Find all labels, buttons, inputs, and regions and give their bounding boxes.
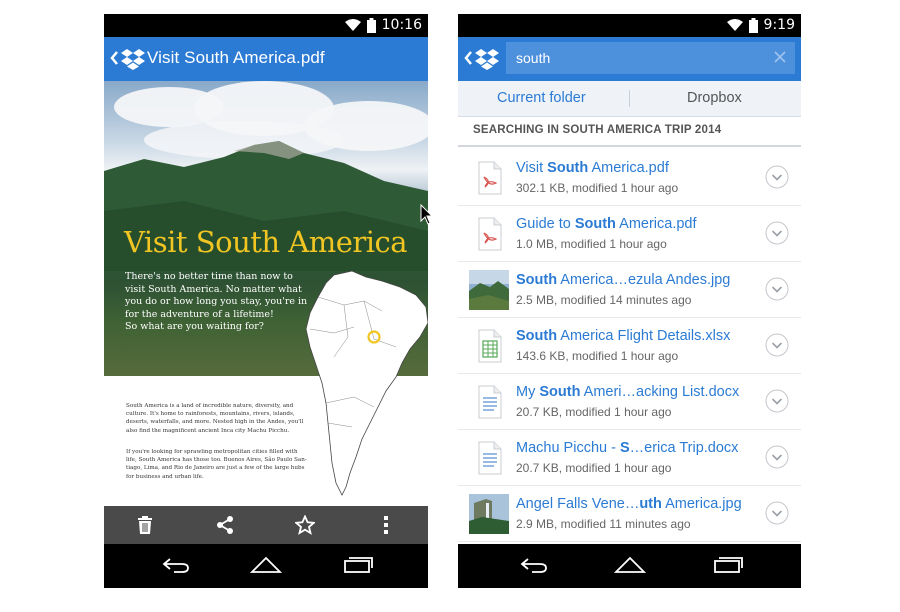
result-meta: 1.0 MB, modified 1 hour ago [516, 237, 667, 251]
scope-dropbox[interactable]: Dropbox [687, 90, 742, 106]
search-result-row[interactable]: Machu Picchu - S…erica Trip.docx 20.7 KB,… [458, 429, 801, 486]
search-result-row[interactable]: South America Flight Details.xlsx 143.6 K… [458, 317, 801, 374]
status-bar: 9:19 [458, 14, 801, 37]
photo-falls-thumb-icon [468, 493, 510, 535]
delete-icon[interactable] [135, 515, 155, 535]
star-icon[interactable] [295, 515, 315, 535]
back-icon[interactable] [160, 556, 192, 574]
result-filename[interactable]: Visit South America.pdf [516, 160, 669, 176]
search-result-row[interactable]: South America…ezula Andes.jpg 2.5 MB, mod… [458, 261, 801, 318]
wifi-icon [344, 19, 361, 31]
pdf-viewer-screen: 10:16 Visit South America.pdf Visit Sout… [104, 14, 428, 588]
battery-icon [366, 17, 376, 33]
status-bar: 10:16 [104, 14, 428, 37]
expand-chevron-icon[interactable] [765, 277, 789, 301]
app-bar: Visit South America.pdf [104, 37, 428, 81]
document-paragraph: South America is a land of incredible na… [126, 403, 304, 434]
back-chevron-icon[interactable] [108, 49, 120, 67]
result-filename[interactable]: Machu Picchu - S…erica Trip.docx [516, 440, 738, 456]
pdf-icon [468, 157, 510, 199]
document-icon [468, 381, 510, 423]
search-result-row[interactable]: Angel Falls Vene…uth America.jpg 2.9 MB, … [458, 485, 801, 542]
result-filename[interactable]: South America Flight Details.xlsx [516, 328, 730, 344]
document-icon [468, 437, 510, 479]
dropbox-logo-icon[interactable] [121, 48, 145, 70]
system-nav-bar [104, 544, 428, 588]
result-filename[interactable]: Angel Falls Vene…uth America.jpg [516, 496, 742, 512]
pdf-icon [468, 213, 510, 255]
more-icon[interactable] [376, 515, 396, 535]
search-result-row[interactable]: My South Ameri…acking List.docx 20.7 KB, … [458, 373, 801, 430]
spreadsheet-icon [468, 325, 510, 367]
status-time: 9:19 [763, 17, 795, 33]
document-paragraph: If you're looking for sprawling metropol… [126, 449, 307, 480]
photo-andes-thumb-icon [468, 269, 510, 311]
system-nav-bar [458, 544, 801, 588]
search-app-bar: south [458, 37, 801, 81]
home-icon[interactable] [614, 556, 646, 574]
status-time: 10:16 [381, 17, 422, 33]
result-meta: 2.5 MB, modified 14 minutes ago [516, 293, 692, 307]
search-screen: 9:19 south Current folder Dropbox SEARCH… [458, 14, 801, 588]
result-meta: 20.7 KB, modified 1 hour ago [516, 461, 672, 475]
back-icon[interactable] [518, 556, 550, 574]
result-filename[interactable]: Guide to South America.pdf [516, 216, 697, 232]
search-result-row[interactable]: Guide to South America.pdf 1.0 MB, modifi… [458, 205, 801, 262]
document-title: Visit South America.pdf [147, 48, 325, 67]
wifi-icon [726, 19, 743, 31]
recent-apps-icon[interactable] [342, 556, 374, 574]
search-result-row[interactable]: Visit South America.pdf 302.1 KB, modifie… [458, 149, 801, 206]
search-location-header: SEARCHING IN SOUTH AMERICA TRIP 2014 [473, 124, 722, 136]
document-heading: Visit South America [124, 225, 408, 259]
mouse-cursor-icon [420, 204, 434, 225]
scope-divider [629, 90, 630, 107]
expand-chevron-icon[interactable] [765, 445, 789, 469]
expand-chevron-icon[interactable] [765, 333, 789, 357]
search-scope-tabs: Current folder Dropbox [458, 81, 801, 117]
result-filename[interactable]: South America…ezula Andes.jpg [516, 272, 730, 288]
result-meta: 2.9 MB, modified 11 minutes ago [516, 517, 691, 531]
expand-chevron-icon[interactable] [765, 221, 789, 245]
result-meta: 302.1 KB, modified 1 hour ago [516, 181, 679, 195]
recent-apps-icon[interactable] [712, 556, 744, 574]
result-filename[interactable]: My South Ameri…acking List.docx [516, 384, 739, 400]
search-input[interactable]: south [506, 42, 795, 74]
search-query[interactable]: south [516, 50, 550, 66]
expand-chevron-icon[interactable] [765, 389, 789, 413]
result-meta: 143.6 KB, modified 1 hour ago [516, 349, 679, 363]
scope-current-folder[interactable]: Current folder [497, 90, 586, 106]
expand-chevron-icon[interactable] [765, 501, 789, 525]
dropbox-logo-icon[interactable] [475, 48, 499, 70]
header-divider [458, 145, 801, 147]
document-toolbar [104, 506, 428, 544]
back-chevron-icon[interactable] [462, 49, 474, 67]
south-america-map [305, 270, 428, 496]
battery-icon [748, 17, 758, 33]
clear-icon[interactable] [773, 50, 787, 64]
result-meta: 20.7 KB, modified 1 hour ago [516, 405, 672, 419]
document-intro: There's no better time than now to visit… [125, 271, 308, 332]
share-icon[interactable] [215, 515, 235, 535]
expand-chevron-icon[interactable] [765, 165, 789, 189]
home-icon[interactable] [250, 556, 282, 574]
